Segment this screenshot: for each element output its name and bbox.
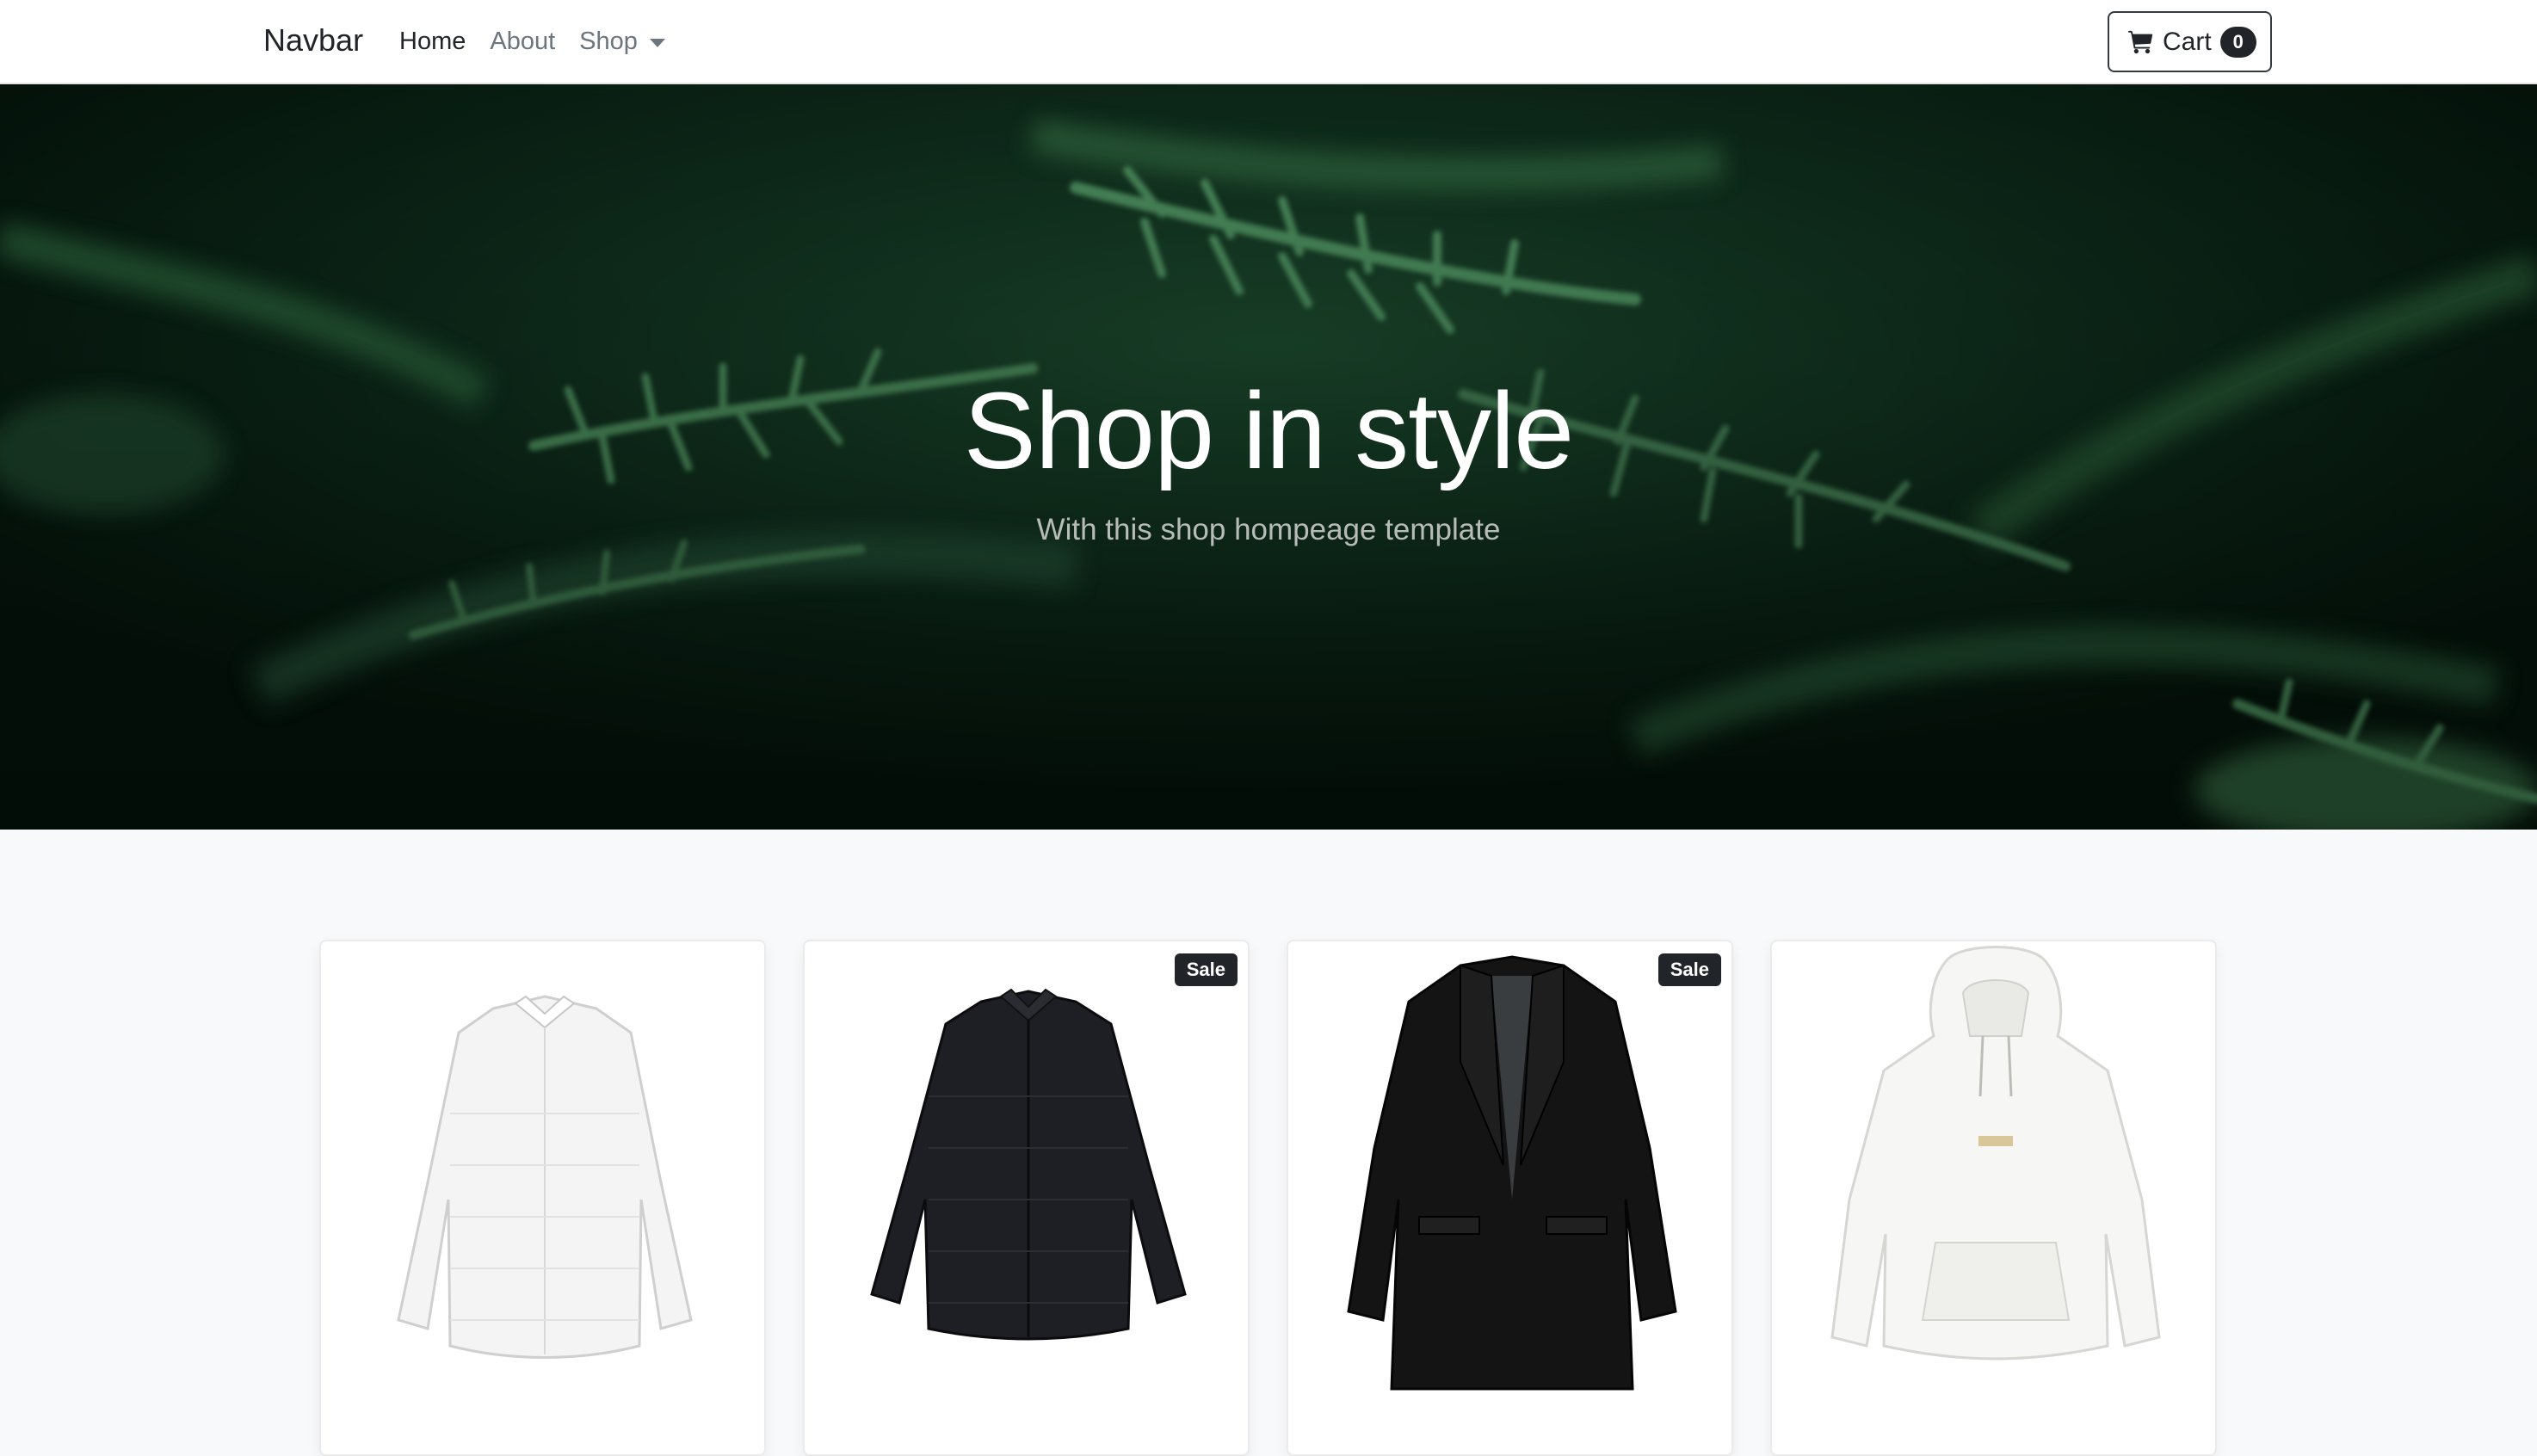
hero-header: Shop in style With this shop hompeage te… [0, 84, 2537, 830]
cart-button[interactable]: Cart 0 [2108, 11, 2272, 72]
nav-link-home[interactable]: Home [399, 28, 466, 56]
product-card[interactable] [1770, 940, 2217, 1456]
product-image-white-shirt [397, 995, 693, 1359]
products-section: Sale Sale [0, 830, 2537, 1456]
product-card[interactable]: Sale [1287, 940, 1733, 1456]
product-image-black-coat [1347, 955, 1677, 1391]
product-card[interactable]: Sale [803, 940, 1250, 1456]
nav-links: Home About Shop [399, 28, 689, 56]
nav-link-shop-dropdown[interactable]: Shop [579, 28, 665, 56]
navbar: Navbar Home About Shop Cart 0 [0, 0, 2537, 84]
cart-icon [2128, 30, 2153, 53]
nav-link-shop-label: Shop [579, 28, 638, 55]
hero-subtitle: With this shop hompeage template [1036, 513, 1501, 546]
nav-link-about[interactable]: About [490, 28, 555, 56]
cart-count-badge: 0 [2219, 26, 2256, 58]
navbar-brand[interactable]: Navbar [263, 22, 363, 59]
cart-label: Cart [2163, 27, 2212, 56]
chevron-down-icon [649, 38, 665, 47]
product-image-white-hoodie [1830, 946, 2161, 1360]
sale-badge: Sale [1174, 953, 1238, 986]
hero-title: Shop in style [963, 370, 1574, 491]
sale-badge: Sale [1657, 953, 1721, 986]
product-card[interactable] [319, 940, 766, 1456]
product-image-black-shirt [870, 988, 1187, 1341]
